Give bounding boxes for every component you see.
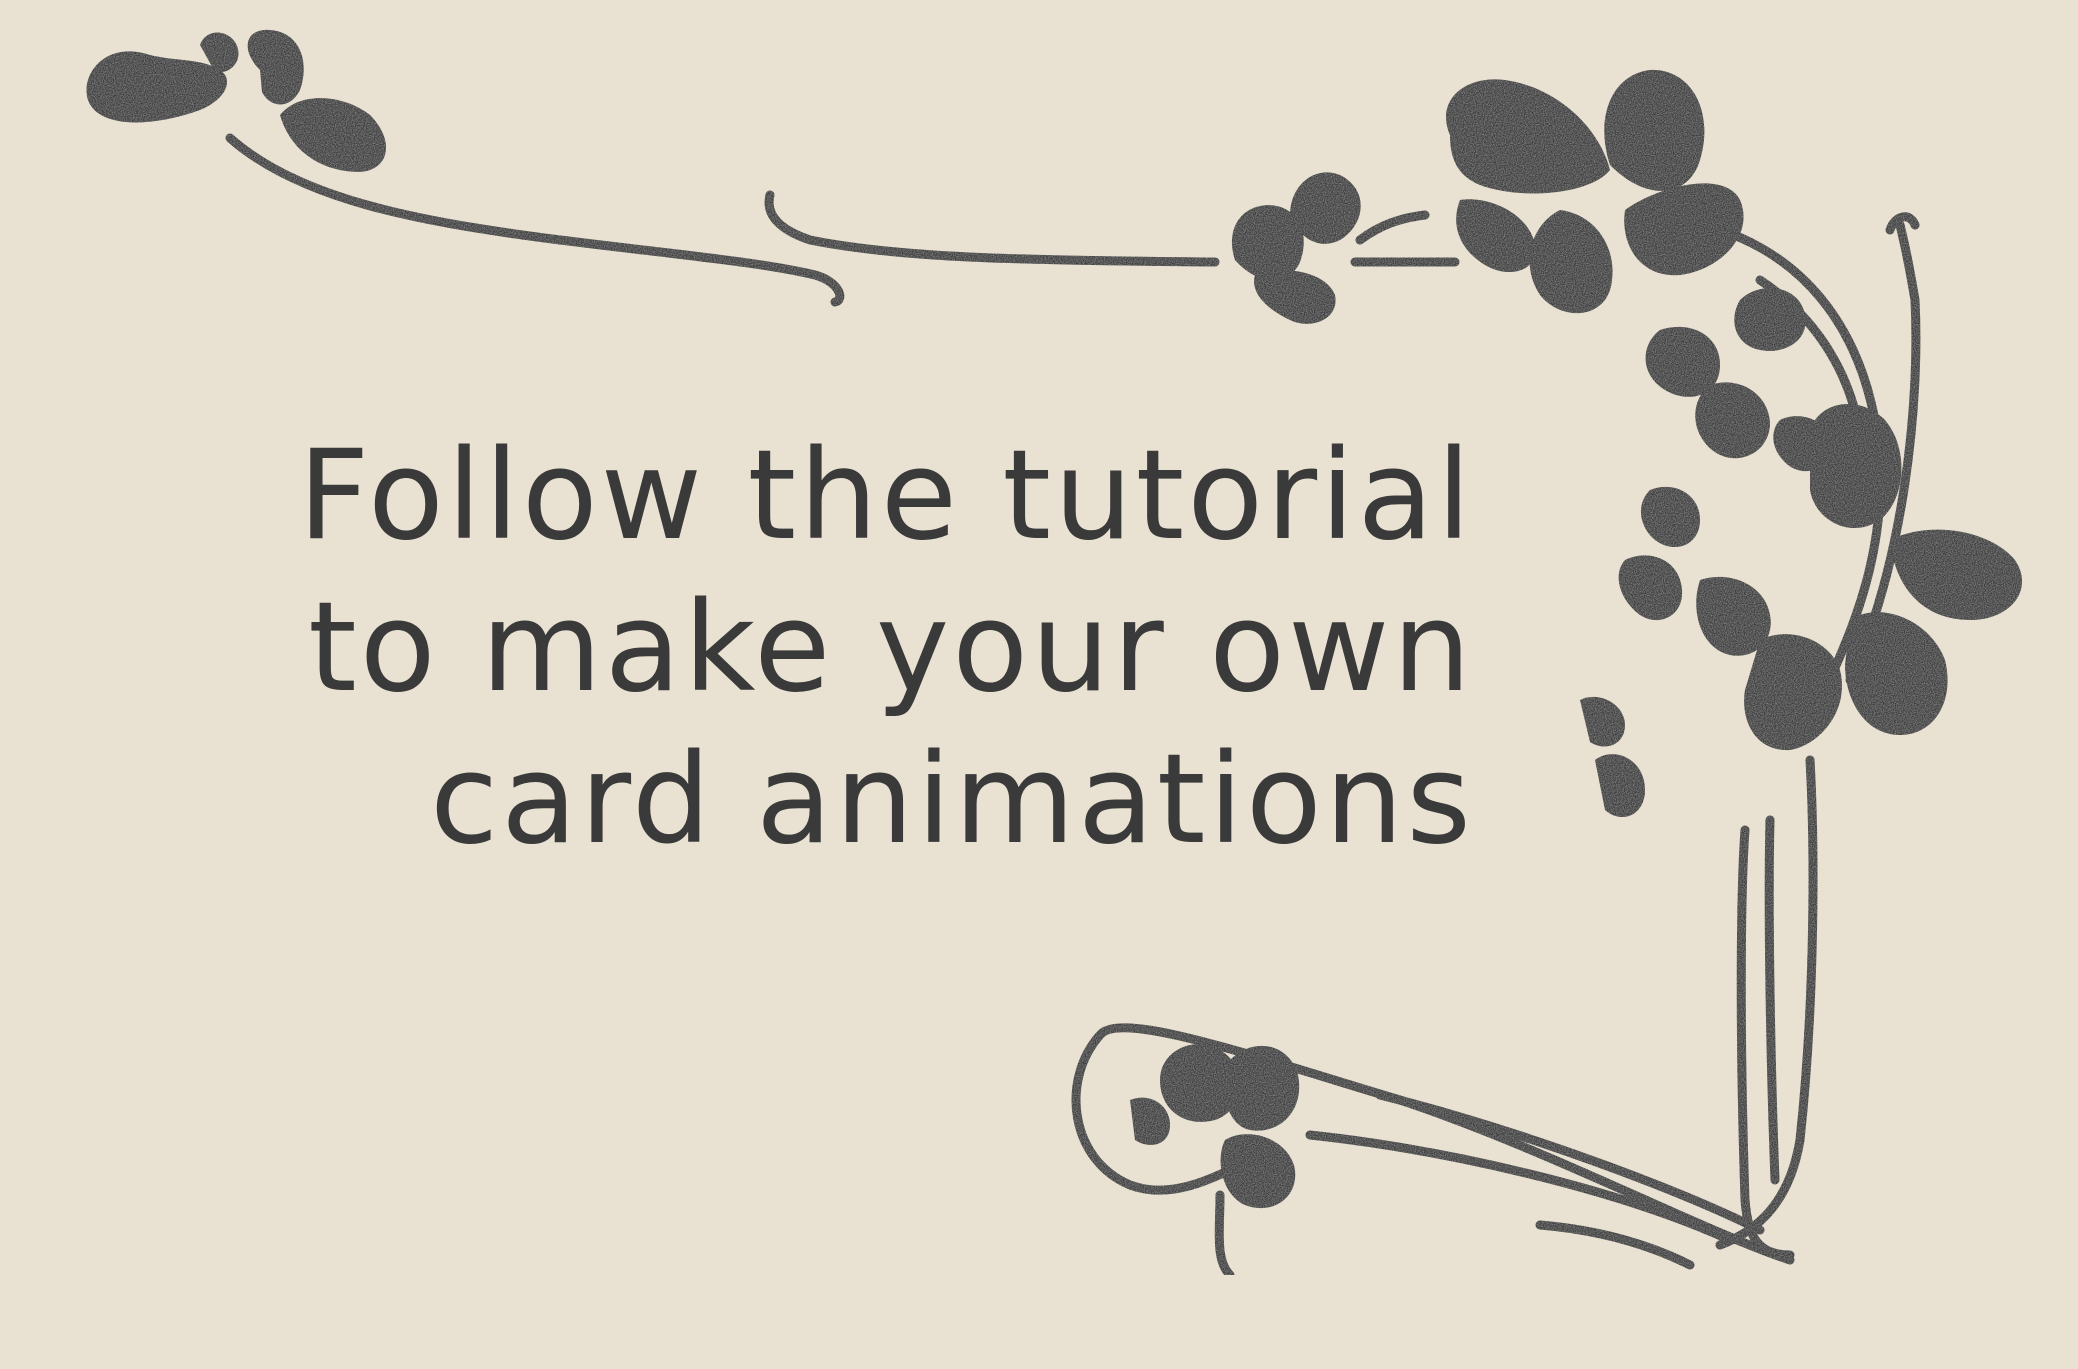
headline-line-1: Follow the tutorial [298,424,1474,568]
bottom-clover-icon [1130,1044,1300,1209]
top-center-clover-icon [1231,172,1361,324]
card-headline: Follow the tutorial to make your own car… [174,420,1474,876]
bottom-tail-curl [1214,1190,1235,1280]
right-small-clover-icon [1580,486,1700,818]
right-middle-clover-icon [1645,288,1830,472]
right-frame-stem-2 [1764,815,1780,1185]
top-left-clover-icon [86,29,387,172]
top-vine-curl-icon [764,190,1220,267]
bottom-curl [1535,1220,1695,1270]
top-right-clover-icon [1446,69,1744,314]
headline-line-3: card animations [429,728,1474,872]
headline-line-2: to make your own [308,576,1474,720]
top-vine-dash-2 [1355,210,1430,245]
